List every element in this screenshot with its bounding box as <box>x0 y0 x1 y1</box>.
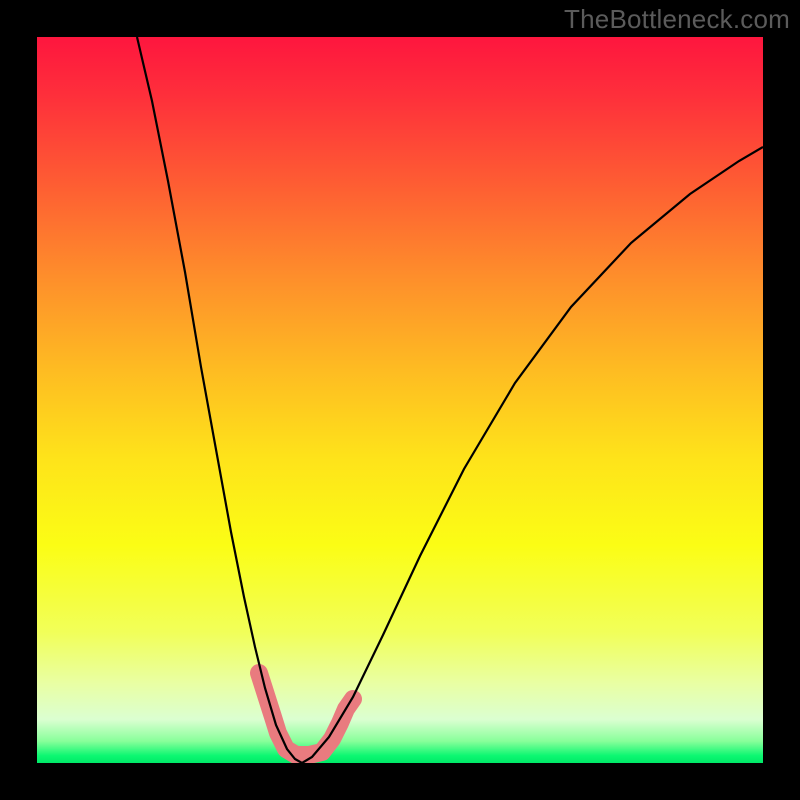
chart-frame: TheBottleneck.com <box>0 0 800 800</box>
curve-layer <box>37 37 763 763</box>
left-curve <box>137 37 302 763</box>
watermark-text: TheBottleneck.com <box>564 4 790 35</box>
right-curve <box>302 147 763 763</box>
plot-area <box>37 37 763 763</box>
